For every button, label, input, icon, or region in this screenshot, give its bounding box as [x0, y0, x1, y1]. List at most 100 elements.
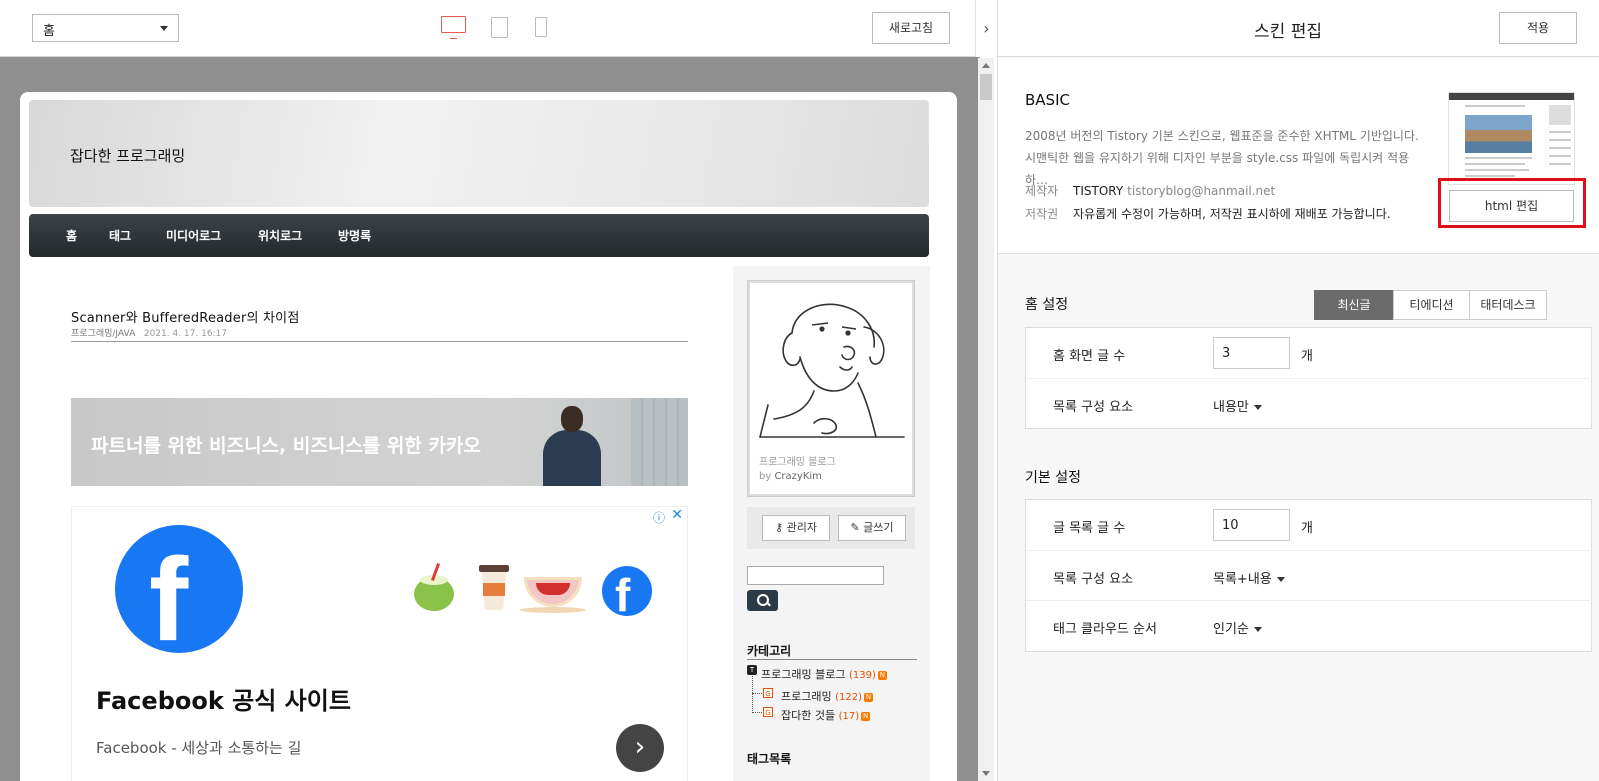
write-button[interactable]: ✎ 글쓰기 [838, 515, 906, 541]
admin-buttons: ⚷ 관리자 ✎ 글쓰기 [747, 507, 915, 549]
home-post-count-row: 홈 화면 글 수 개 [1026, 328, 1593, 378]
teacup-icon [520, 563, 588, 613]
list-count-unit: 개 [1301, 521, 1313, 536]
ad-window-image [631, 398, 688, 486]
tab-tatterdesk[interactable]: 태터데스크 [1469, 290, 1547, 320]
profile-author: by CrazyKim [759, 471, 822, 482]
tag-cloud-label: 태그 클라우드 순서 [1053, 622, 1157, 637]
refresh-button[interactable]: 새로고침 [872, 12, 950, 44]
blog-nav: 홈 태그 미디어로그 위치로그 방명록 [29, 214, 929, 257]
list-component-dropdown[interactable]: 목록+내용 [1213, 568, 1285, 587]
basic-settings-box: 글 목록 글 수 개 목록 구성 요소 목록+내용 태그 클라우드 순서 인기순 [1025, 499, 1593, 652]
ad-banner-text: 파트너를 위한 비즈니스, 비즈니스를 위한 카카오 [91, 435, 481, 457]
nav-guestbook[interactable]: 방명록 [338, 227, 371, 244]
tree-child-icon: G [763, 707, 773, 717]
tree-child-icon: G [763, 688, 773, 698]
blog-preview: 잡다한 프로그래밍 홈 태그 미디어로그 위치로그 방명록 Scanner와 B… [20, 92, 957, 781]
apply-button[interactable]: 적용 [1499, 12, 1577, 44]
list-count-row: 글 목록 글 수 개 [1026, 500, 1593, 550]
list-component-label: 목록 구성 요소 [1053, 572, 1134, 587]
nav-medialog[interactable]: 미디어로그 [166, 227, 221, 244]
mobile-view-icon[interactable] [535, 17, 547, 37]
profile-blog-name: 프로그래밍 블로그 [759, 457, 836, 468]
scrollbar-thumb[interactable] [980, 74, 992, 100]
list-component-row: 목록 구성 요소 목록+내용 [1026, 550, 1593, 600]
new-badge: N [877, 670, 887, 680]
home-settings-box: 홈 화면 글 수 개 목록 구성 요소 내용만 [1025, 327, 1593, 429]
page-select-value: 홈 [43, 24, 55, 39]
home-post-count-unit: 개 [1301, 349, 1313, 364]
tag-cloud-row: 태그 클라우드 순서 인기순 [1026, 600, 1593, 650]
ad-person-image [541, 406, 601, 486]
facebook-small-logo-icon: f [602, 566, 652, 616]
caret-down-icon [160, 26, 168, 31]
tab-tedition[interactable]: 티에디션 [1393, 290, 1470, 320]
category-item-programming[interactable]: 프로그래밍 (122) N [781, 688, 873, 704]
admin-button[interactable]: ⚷ 관리자 [762, 515, 830, 541]
ad-close-icon[interactable]: ✕ [671, 507, 683, 523]
basic-settings-title: 기본 설정 [1025, 470, 1081, 486]
home-list-component-dropdown[interactable]: 내용만 [1213, 396, 1262, 415]
blog-header: 잡다한 프로그래밍 [29, 100, 929, 207]
home-list-component-label: 목록 구성 요소 [1053, 400, 1134, 415]
panel-title: 스킨 편집 [1254, 22, 1322, 42]
new-badge: N [861, 711, 871, 721]
home-post-count-input[interactable] [1213, 337, 1290, 369]
preview-toolbar: 홈 새로고침 [0, 0, 980, 57]
blog-title[interactable]: 잡다한 프로그래밍 [70, 145, 185, 166]
tablet-view-icon[interactable] [491, 17, 508, 38]
skin-edit-panel: 스킨 편집 적용 BASIC 2008년 버전의 Tistory 기본 스킨으로… [997, 0, 1599, 781]
skin-thumbnail [1448, 92, 1575, 185]
caret-down-icon [1276, 577, 1285, 582]
tree-root-icon: T [747, 665, 757, 675]
post-date: 2021. 4. 17. 16:17 [143, 329, 228, 339]
key-icon: ⚷ [775, 521, 784, 534]
home-post-count-label: 홈 화면 글 수 [1053, 349, 1126, 364]
skin-copyright: 저작권 자유롭게 수정이 가능하며, 저작권 표시하에 재배포 가능합니다. [1025, 207, 1391, 221]
search-icon[interactable] [747, 590, 778, 611]
post-divider [71, 341, 688, 342]
desktop-view-icon[interactable] [441, 16, 466, 39]
skin-maker: 제작자 TISTORY tistoryblog@hanmail.net [1025, 184, 1276, 198]
home-list-component-row: 목록 구성 요소 내용만 [1026, 378, 1593, 428]
facebook-logo-icon: f [115, 525, 243, 653]
category-heading: 카테고리 [747, 644, 792, 658]
home-settings-title: 홈 설정 [1025, 297, 1069, 313]
profile-dog-image [759, 303, 905, 438]
category-item-misc[interactable]: 잡다한 것들 (17) N [781, 707, 871, 723]
post-meta: 프로그래밍/JAVA 2021. 4. 17. 16:17 [71, 326, 227, 339]
tab-latest[interactable]: 최신글 [1314, 290, 1394, 320]
post-category[interactable]: 프로그래밍/JAVA [71, 329, 135, 339]
sidebar-search-input[interactable] [747, 566, 884, 585]
panel-header: 스킨 편집 적용 [998, 0, 1599, 57]
ad-headline[interactable]: Facebook 공식 사이트 [96, 681, 351, 716]
tag-list-heading: 태그목록 [747, 752, 792, 766]
blog-sidebar: 프로그래밍 블로그 by CrazyKim ⚷ 관리자 ✎ 글쓰기 카테고리 T… [733, 266, 930, 781]
ad-description: Facebook - 세상과 소통하는 길 [96, 739, 302, 757]
nav-tag[interactable]: 태그 [109, 227, 131, 244]
new-badge: N [864, 692, 873, 702]
category-item-root[interactable]: 프로그래밍 블로그 (139) N [761, 666, 887, 682]
category-divider [747, 659, 917, 660]
collapse-panel-icon[interactable]: › [975, 0, 997, 57]
preview-area: 홈 새로고침 잡다한 프로그래밍 홈 태그 미디어로그 위치로그 방명록 Sca… [0, 0, 997, 781]
ad-info-icon[interactable]: ⓘ [653, 509, 665, 526]
scroll-up-icon[interactable] [982, 63, 990, 68]
ad-next-arrow-icon[interactable]: › [616, 724, 664, 772]
coconut-drink-icon [412, 563, 456, 613]
page-select[interactable]: 홈 [32, 14, 179, 42]
coffee-cup-icon [474, 563, 518, 613]
html-edit-highlight [1438, 178, 1586, 228]
profile-card: 프로그래밍 블로그 by CrazyKim [747, 280, 915, 497]
pencil-icon: ✎ [850, 521, 860, 534]
preview-scrollbar[interactable] [978, 58, 994, 781]
scroll-down-icon[interactable] [982, 771, 990, 776]
facebook-ad[interactable]: ⓘ ✕ f f Facebook 공식 사이트 Facebook - 세상과 소… [71, 506, 688, 781]
nav-home[interactable]: 홈 [66, 227, 77, 244]
nav-locationlog[interactable]: 위치로그 [258, 227, 302, 244]
kakao-ad-banner[interactable]: 파트너를 위한 비즈니스, 비즈니스를 위한 카카오 [71, 398, 688, 486]
caret-down-icon [1253, 405, 1262, 410]
tag-cloud-dropdown[interactable]: 인기순 [1213, 618, 1262, 637]
post-title[interactable]: Scanner와 BufferedReader의 차이점 [71, 307, 299, 326]
list-count-input[interactable] [1213, 509, 1290, 541]
